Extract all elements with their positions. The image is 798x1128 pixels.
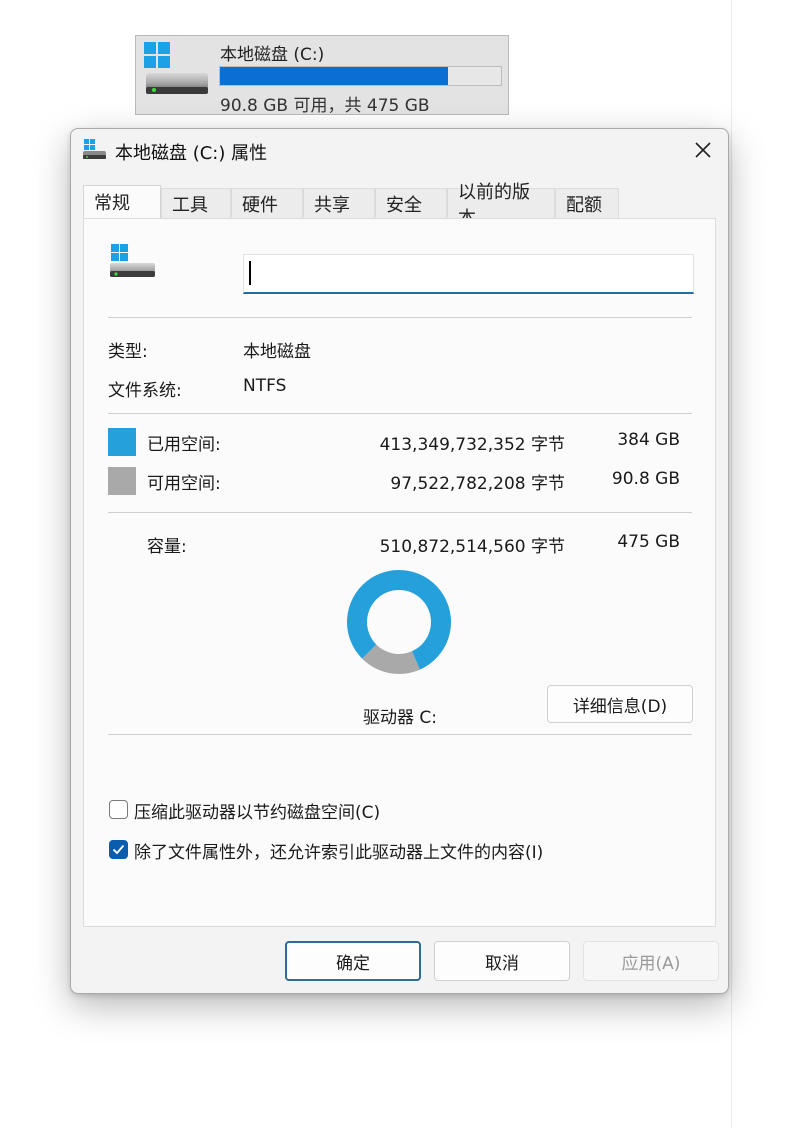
tab-strip: 常规 工具 硬件 共享 安全 以前的版本 配额: [83, 182, 619, 229]
dialog-title: 本地磁盘 (C:) 属性: [115, 143, 268, 164]
tab-hardware[interactable]: 硬件: [231, 188, 303, 218]
free-space-swatch: [108, 467, 136, 495]
used-space-bytes: 413,349,732,352 字节: [379, 435, 565, 455]
details-button[interactable]: 详细信息(D): [547, 685, 693, 723]
cancel-button[interactable]: 取消: [434, 941, 570, 981]
filesystem-label: 文件系统:: [108, 381, 182, 401]
tab-previous-versions[interactable]: 以前的版本: [447, 182, 555, 229]
filesystem-value: NTFS: [243, 376, 287, 396]
tab-security[interactable]: 安全: [375, 188, 447, 218]
checkmark-icon: [112, 844, 125, 855]
close-button[interactable]: [684, 133, 722, 167]
drive-title-icon: [83, 139, 107, 165]
page-edge-line: [731, 0, 732, 1128]
tab-sharing[interactable]: 共享: [303, 188, 375, 218]
separator: [108, 512, 692, 513]
index-checkbox[interactable]: [109, 840, 128, 859]
separator: [108, 317, 692, 318]
volume-label-input[interactable]: [243, 254, 694, 294]
separator: [108, 413, 692, 414]
used-space-size: 384 GB: [617, 430, 680, 450]
drive-letter-label: 驱动器 C:: [363, 708, 438, 728]
used-space-label: 已用空间:: [147, 435, 221, 455]
usage-donut-chart: [346, 569, 452, 675]
free-space-size: 90.8 GB: [611, 469, 680, 489]
compress-checkbox[interactable]: [109, 800, 128, 819]
drive-usage-bar: [219, 66, 502, 86]
tab-general[interactable]: 常规: [83, 185, 161, 218]
close-icon: [695, 142, 711, 158]
free-space-bytes: 97,522,782,208 字节: [390, 474, 565, 494]
apply-button[interactable]: 应用(A): [583, 941, 719, 981]
drive-large-icon: [109, 244, 157, 284]
capacity-size: 475 GB: [617, 532, 680, 552]
capacity-label: 容量:: [147, 537, 187, 557]
general-tab-panel: 类型: 本地磁盘 文件系统: NTFS 已用空间: 413,349,732,35…: [83, 218, 716, 927]
drive-tile[interactable]: 本地磁盘 (C:) 90.8 GB 可用，共 475 GB: [135, 35, 509, 116]
capacity-bytes: 510,872,514,560 字节: [379, 537, 565, 557]
index-label[interactable]: 除了文件属性外，还允许索引此驱动器上文件的内容(I): [134, 838, 543, 863]
properties-dialog: 本地磁盘 (C:) 属性 常规 工具 硬件 共享 安全 以前的版本 配额: [70, 128, 729, 994]
used-space-swatch: [108, 428, 136, 456]
free-space-label: 可用空间:: [147, 474, 221, 494]
separator: [108, 734, 692, 735]
drive-usage-bar-fill: [220, 67, 448, 85]
drive-name: 本地磁盘 (C:): [220, 45, 325, 65]
tab-quota[interactable]: 配额: [555, 188, 619, 218]
compress-label[interactable]: 压缩此驱动器以节约磁盘空间(C): [134, 798, 380, 823]
drive-free-text: 90.8 GB 可用，共 475 GB: [220, 96, 430, 116]
disk-drive-icon: [145, 71, 209, 101]
tab-tools[interactable]: 工具: [161, 188, 231, 218]
ok-button[interactable]: 确定: [285, 941, 421, 981]
type-label: 类型:: [108, 342, 148, 362]
windows-logo-icon: [144, 42, 170, 72]
type-value: 本地磁盘: [243, 342, 311, 362]
text-caret: [249, 261, 251, 285]
